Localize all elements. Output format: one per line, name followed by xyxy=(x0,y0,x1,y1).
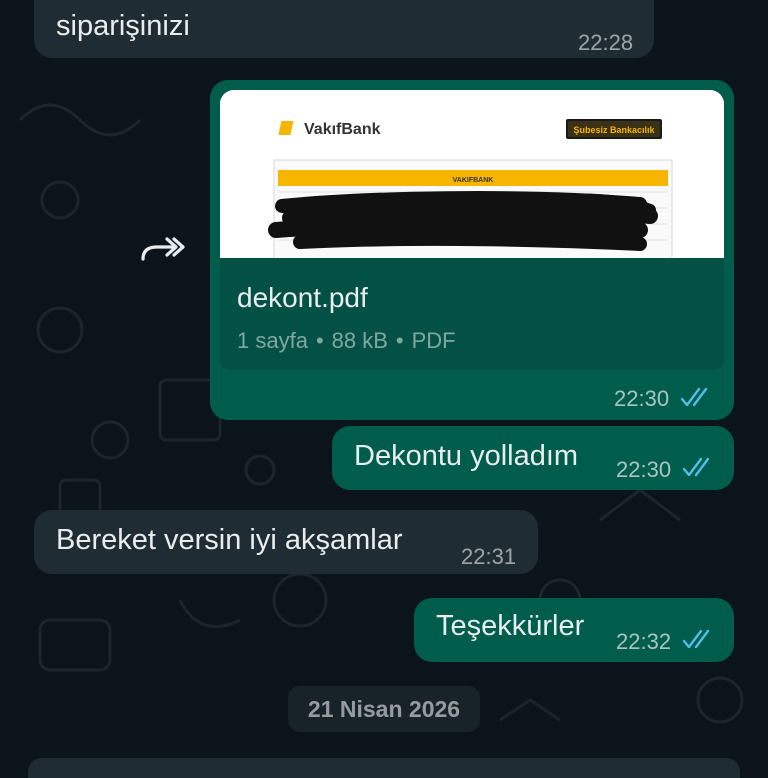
forward-button[interactable] xyxy=(134,222,190,278)
document-type: PDF xyxy=(411,328,456,353)
pdf-thumbnail[interactable]: VakıfBank Şubesiz Bankacılık VAKIFBANK xyxy=(220,90,724,258)
message-text: Bereket versin iyi akşamlar xyxy=(56,524,403,556)
read-receipt-icon xyxy=(682,629,716,651)
message-bubble-incoming[interactable]: Bereket versin iyi akşamlar 22:31 xyxy=(34,510,538,574)
next-message-bubble-edge xyxy=(28,758,740,778)
receipt-header-text: VAKIFBANK xyxy=(453,177,494,184)
message-text: siparişinizi xyxy=(56,10,190,42)
message-time: 22:31 xyxy=(461,544,517,569)
message-text: Dekontu yolladım xyxy=(354,440,579,472)
document-meta: 1 sayfa • 88 kB • PDF xyxy=(237,328,456,353)
redaction-scribble xyxy=(268,191,658,251)
message-bubble-outgoing[interactable]: Teşekkürler 22:32 xyxy=(414,598,734,662)
date-separator-text: 21 Nisan 2026 xyxy=(307,696,461,722)
forward-icon xyxy=(141,237,185,261)
bank-logo-text: VakıfBank xyxy=(304,121,381,138)
bank-badge-text: Şubesiz Bankacılık xyxy=(573,125,655,135)
date-separator: 21 Nisan 2026 xyxy=(288,686,480,732)
message-bubble-incoming[interactable]: siparişinizi 22:28 xyxy=(34,0,654,58)
document-page-count: 1 sayfa xyxy=(237,328,308,353)
document-size: 88 kB xyxy=(331,328,388,353)
message-text: Teşekkürler xyxy=(436,610,585,642)
read-receipt-icon xyxy=(680,387,714,409)
message-bubble-outgoing[interactable]: Dekontu yolladım 22:30 xyxy=(332,426,734,490)
read-receipt-icon xyxy=(682,457,716,479)
receipt-preview-image: VakıfBank Şubesiz Bankacılık VAKIFBANK xyxy=(220,90,724,258)
message-time: 22:30 xyxy=(614,386,670,411)
document-file-name: dekont.pdf xyxy=(237,282,368,313)
document-info-panel[interactable]: dekont.pdf 1 sayfa • 88 kB • PDF xyxy=(220,258,724,370)
message-time: 22:30 xyxy=(616,457,672,482)
message-time: 22:32 xyxy=(616,629,672,654)
document-message-bubble[interactable]: VakıfBank Şubesiz Bankacılık VAKIFBANK d… xyxy=(210,80,734,420)
message-time: 22:28 xyxy=(578,30,634,55)
